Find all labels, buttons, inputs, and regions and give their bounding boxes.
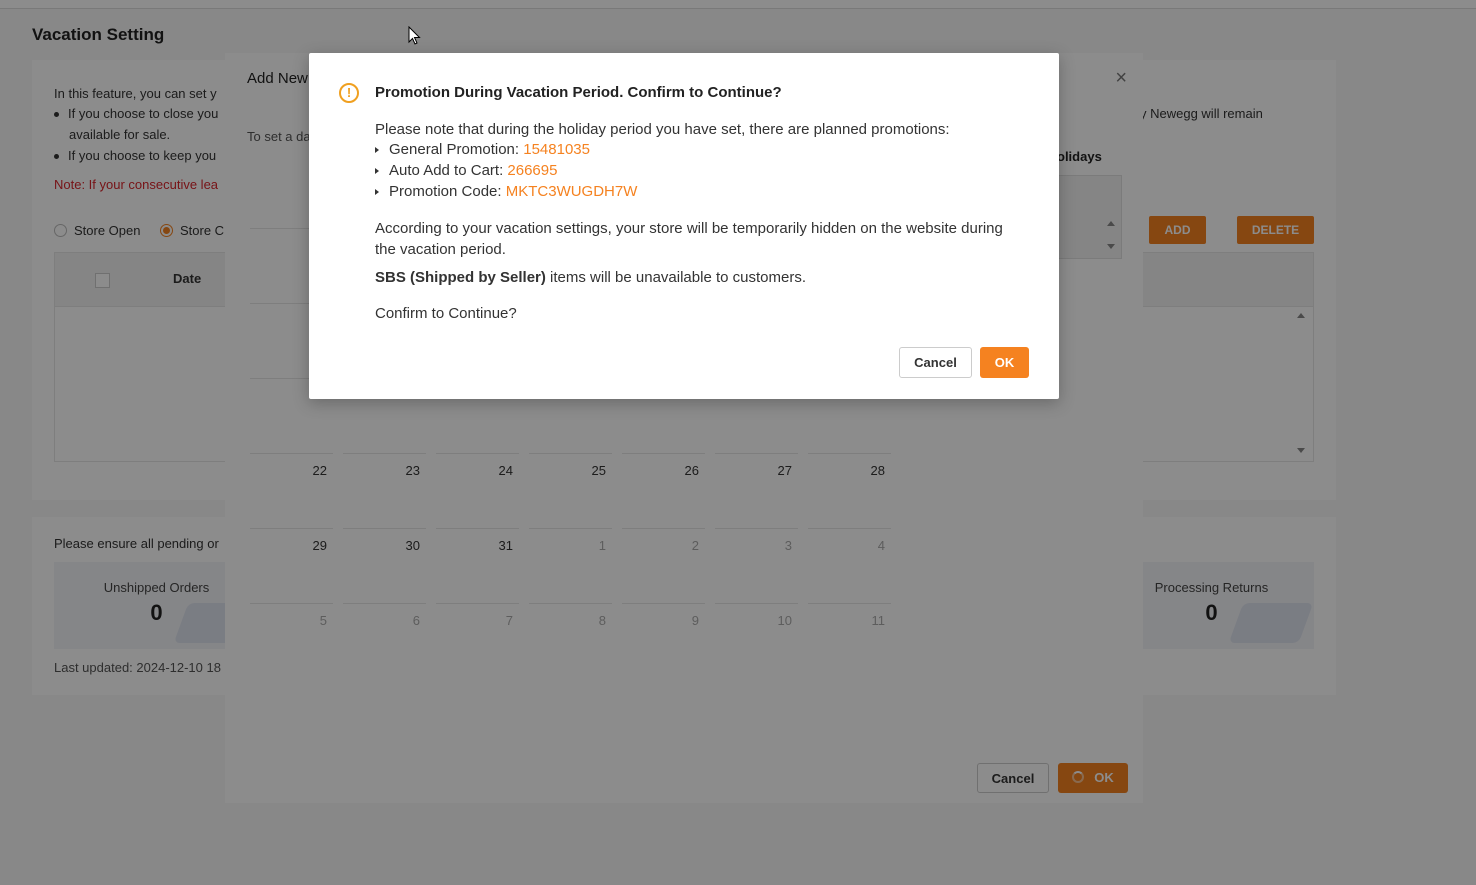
dialog-title: Promotion During Vacation Period. Confir… bbox=[375, 84, 782, 101]
promotion-code-link[interactable]: MKTC3WUGDH7W bbox=[506, 183, 638, 200]
promotion-item: Promotion Code: MKTC3WUGDH7W bbox=[375, 183, 637, 200]
bullet-icon bbox=[375, 147, 379, 154]
dialog-intro: Please note that during the holiday peri… bbox=[375, 121, 950, 138]
promotion-item: General Promotion: 15481035 bbox=[375, 141, 590, 158]
bullet-icon bbox=[375, 168, 379, 175]
promotion-label: General Promotion: bbox=[389, 141, 524, 158]
promotion-item: Auto Add to Cart: 266695 bbox=[375, 162, 557, 179]
vacation-settings-text: According to your vacation settings, you… bbox=[375, 220, 1003, 258]
warning-icon: ! bbox=[339, 83, 359, 103]
dialog-ok-button[interactable]: OK bbox=[980, 347, 1029, 378]
sbs-bold-text: SBS (Shipped by Seller) bbox=[375, 269, 546, 286]
auto-add-to-cart-link[interactable]: 266695 bbox=[507, 162, 557, 179]
dialog-cancel-button[interactable]: Cancel bbox=[899, 347, 972, 378]
bullet-icon bbox=[375, 189, 379, 196]
promotion-label: Promotion Code: bbox=[389, 183, 506, 200]
sbs-rest-text: items will be unavailable to customers. bbox=[545, 269, 806, 286]
confirm-text: Confirm to Continue? bbox=[375, 305, 517, 322]
general-promotion-link[interactable]: 15481035 bbox=[523, 141, 590, 158]
sbs-text: SBS (Shipped by Seller) items will be un… bbox=[375, 267, 806, 288]
promotion-label: Auto Add to Cart: bbox=[389, 162, 508, 179]
promotion-confirm-dialog: ! Promotion During Vacation Period. Conf… bbox=[309, 53, 1059, 399]
mouse-cursor-icon bbox=[408, 26, 421, 45]
